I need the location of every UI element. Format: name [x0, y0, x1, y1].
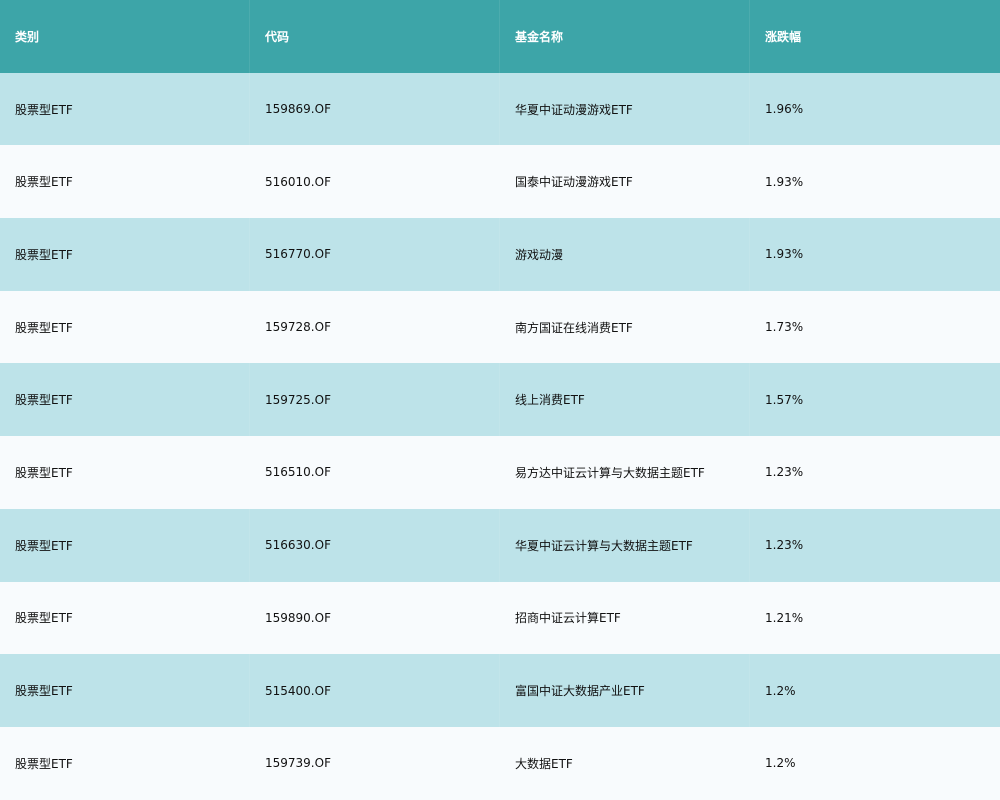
- cell-change: 1.21%: [765, 610, 804, 625]
- table-header-row: 类别 代码 基金名称 涨跌幅: [0, 0, 1000, 73]
- table-row[interactable]: 股票型ETF 159890.OF 招商中证云计算ETF 1.21%: [0, 581, 1000, 655]
- cell-change: 1.23%: [765, 465, 804, 480]
- cell-category: 股票型ETF: [0, 508, 250, 582]
- column-header-fund-name[interactable]: 基金名称: [500, 0, 750, 73]
- cell-change: 1.93%: [765, 174, 804, 189]
- cell-change: 1.2%: [765, 683, 796, 698]
- cell-change: 1.23%: [765, 538, 804, 553]
- cell-category: 股票型ETF: [0, 436, 250, 509]
- cell-category: 股票型ETF: [0, 363, 250, 437]
- cell-code: 159739.OF: [250, 726, 500, 800]
- cell-code: 516770.OF: [250, 218, 500, 291]
- cell-code: 516510.OF: [250, 436, 500, 509]
- cell-category: 股票型ETF: [0, 581, 250, 655]
- cell-fund-name: 线上消费ETF: [500, 363, 750, 437]
- cell-code: 159728.OF: [250, 290, 500, 364]
- cell-change: 1.73%: [765, 320, 804, 335]
- cell-category: 股票型ETF: [0, 654, 250, 727]
- cell-fund-name: 国泰中证动漫游戏ETF: [500, 145, 750, 219]
- cell-category: 股票型ETF: [0, 145, 250, 219]
- table-row[interactable]: 股票型ETF 516770.OF 游戏动漫 1.93%: [0, 218, 1000, 291]
- table-row[interactable]: 股票型ETF 159725.OF 线上消费ETF 1.57%: [0, 363, 1000, 437]
- column-header-code[interactable]: 代码: [250, 0, 500, 73]
- cell-code: 159890.OF: [250, 581, 500, 655]
- cell-fund-name: 富国中证大数据产业ETF: [500, 654, 750, 727]
- cell-fund-name: 易方达中证云计算与大数据主题ETF: [500, 436, 750, 509]
- cell-fund-name: 游戏动漫: [500, 218, 750, 291]
- table-row[interactable]: 股票型ETF 159739.OF 大数据ETF 1.2%: [0, 726, 1000, 800]
- table-row[interactable]: 股票型ETF 159728.OF 南方国证在线消费ETF 1.73%: [0, 290, 1000, 364]
- cell-fund-name: 南方国证在线消费ETF: [500, 290, 750, 364]
- cell-category: 股票型ETF: [0, 290, 250, 364]
- cell-fund-name: 招商中证云计算ETF: [500, 581, 750, 655]
- cell-code: 516010.OF: [250, 145, 500, 219]
- cell-change: 1.93%: [765, 247, 804, 262]
- column-header-category[interactable]: 类别: [0, 0, 250, 73]
- cell-fund-name: 大数据ETF: [500, 726, 750, 800]
- cell-code: 159869.OF: [250, 72, 500, 146]
- cell-category: 股票型ETF: [0, 726, 250, 800]
- cell-category: 股票型ETF: [0, 218, 250, 291]
- table-row[interactable]: 股票型ETF 516010.OF 国泰中证动漫游戏ETF 1.93%: [0, 145, 1000, 219]
- table-row[interactable]: 股票型ETF 159869.OF 华夏中证动漫游戏ETF 1.96%: [0, 72, 1000, 146]
- table-row[interactable]: 股票型ETF 516510.OF 易方达中证云计算与大数据主题ETF 1.23%: [0, 436, 1000, 509]
- cell-code: 516630.OF: [250, 508, 500, 582]
- cell-category: 股票型ETF: [0, 72, 250, 146]
- fund-table: 类别 代码 基金名称 涨跌幅 股票型ETF 159869.OF 华夏中证动漫游戏…: [0, 0, 1000, 800]
- cell-fund-name: 华夏中证动漫游戏ETF: [500, 72, 750, 146]
- cell-change: 1.96%: [765, 102, 804, 117]
- table-row[interactable]: 股票型ETF 516630.OF 华夏中证云计算与大数据主题ETF 1.23%: [0, 508, 1000, 582]
- column-header-change[interactable]: 涨跌幅: [750, 0, 1000, 73]
- cell-fund-name: 华夏中证云计算与大数据主题ETF: [500, 508, 750, 582]
- table-row[interactable]: 股票型ETF 515400.OF 富国中证大数据产业ETF 1.2%: [0, 654, 1000, 727]
- cell-change: 1.57%: [765, 392, 804, 407]
- cell-code: 159725.OF: [250, 363, 500, 437]
- cell-code: 515400.OF: [250, 654, 500, 727]
- cell-change: 1.2%: [765, 756, 796, 771]
